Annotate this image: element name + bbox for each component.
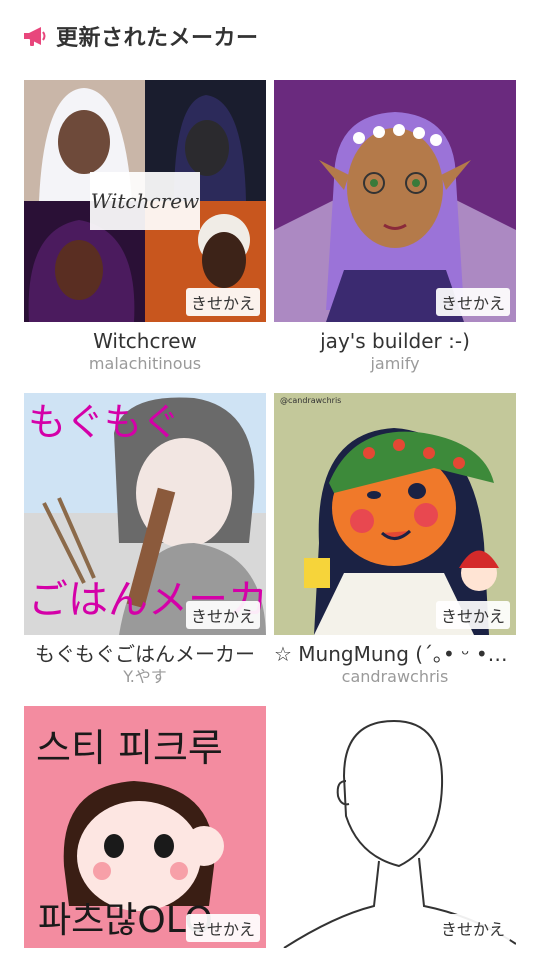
outline-base-image	[274, 706, 516, 948]
maker-author[interactable]: candrawchris	[274, 667, 516, 687]
maker-author[interactable]: Y.やす	[24, 667, 266, 687]
dressup-badge: きせかえ	[435, 601, 510, 629]
mogumogu-title: もぐもぐ	[28, 400, 180, 444]
maker-card[interactable]: 스티 피크루 파츠많OLO きせかえ	[24, 706, 266, 948]
maker-card[interactable]: きせかえ	[274, 706, 516, 948]
maker-card[interactable]: Witchcrew きせかえ Witchcrew malachitinous	[24, 80, 266, 374]
maker-thumbnail[interactable]: @candrawchris きせかえ	[274, 393, 516, 635]
artist-signature: @candrawchris	[280, 396, 341, 405]
maker-grid: Witchcrew きせかえ Witchcrew malachitinous き…	[0, 0, 540, 960]
witch-collage-image: Witchcrew	[24, 80, 266, 322]
anime-boy-image: もぐもぐ ごはんメーカ	[24, 393, 266, 635]
dressup-badge: きせかえ	[435, 914, 510, 942]
maker-card[interactable]: きせかえ jay's builder :-) jamify	[274, 80, 516, 374]
maker-card[interactable]: もぐもぐ ごはんメーカ きせかえ もぐもぐごはんメーカー Y.やす	[24, 393, 266, 687]
dressup-badge: きせかえ	[185, 288, 260, 316]
maker-card[interactable]: @candrawchris きせかえ ☆ MungMung (´｡• ᵕ •｡……	[274, 393, 516, 687]
maker-thumbnail[interactable]: もぐもぐ ごはんメーカ きせかえ	[24, 393, 266, 635]
maker-thumbnail[interactable]: きせかえ	[274, 80, 516, 322]
dressup-badge: きせかえ	[185, 914, 260, 942]
witchcrew-logo-text: Witchcrew	[91, 189, 199, 213]
maker-thumbnail[interactable]: Witchcrew きせかえ	[24, 80, 266, 322]
dressup-badge: きせかえ	[185, 601, 260, 629]
maker-thumbnail[interactable]: きせかえ	[274, 706, 516, 948]
maker-author[interactable]: malachitinous	[24, 354, 266, 374]
maker-author[interactable]: jamify	[274, 354, 516, 374]
bandana-girl-image: @candrawchris	[274, 393, 516, 635]
maker-name[interactable]: jay's builder :-)	[274, 328, 516, 354]
maker-name[interactable]: Witchcrew	[24, 328, 266, 354]
korean-title-top: 스티 피크루	[36, 726, 223, 770]
maker-name[interactable]: もぐもぐごはんメーカー	[24, 641, 266, 667]
maker-name[interactable]: ☆ MungMung (´｡• ᵕ •｡…	[274, 641, 516, 667]
dressup-badge: きせかえ	[435, 288, 510, 316]
maker-thumbnail[interactable]: 스티 피크루 파츠많OLO きせかえ	[24, 706, 266, 948]
elf-fairy-image	[274, 80, 516, 322]
pink-portrait-image: 스티 피크루 파츠많OLO	[24, 706, 266, 948]
